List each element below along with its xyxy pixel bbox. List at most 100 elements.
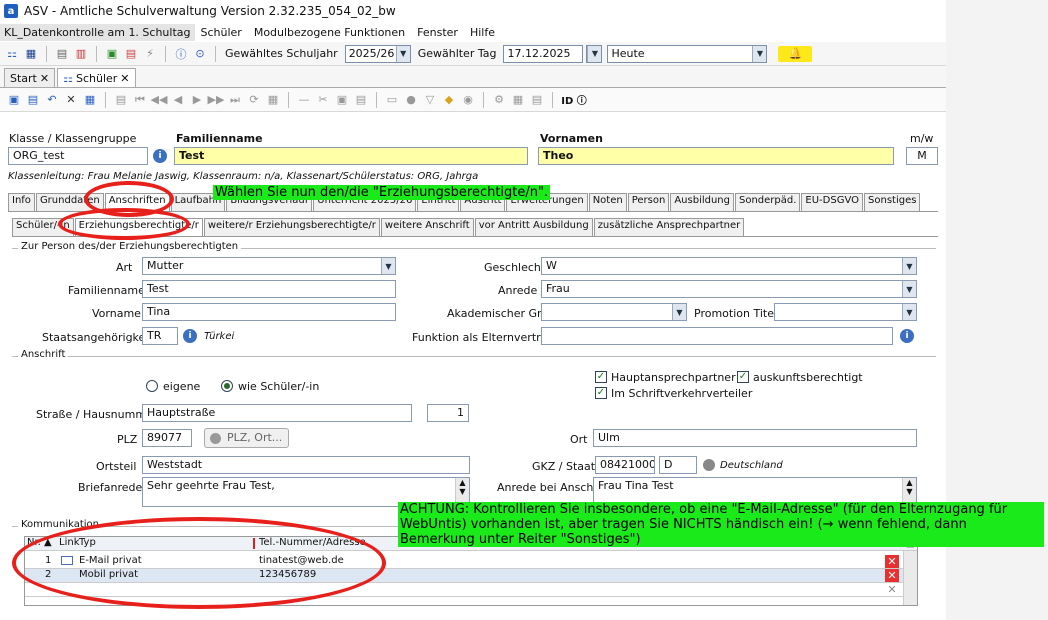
module-icon[interactable]: ⚏: [4, 46, 20, 62]
alarm-icon[interactable]: 🔔: [778, 45, 813, 62]
prev-icon[interactable]: ◀: [170, 92, 186, 108]
menu-modul[interactable]: Modulbezogene Funktionen: [254, 26, 405, 39]
tab-info[interactable]: Info: [8, 193, 35, 211]
geschlecht-select[interactable]: W ▼: [541, 257, 917, 275]
subtab-weitere-erziehungsberechtigte[interactable]: weitere/r Erziehungsberechtigte/r: [203, 218, 380, 236]
delete-row-icon[interactable]: ✕: [885, 555, 899, 568]
heute-select[interactable]: Heute ▼: [607, 44, 768, 63]
promotion-select[interactable]: ▼: [774, 303, 917, 321]
tab-sonderpaed[interactable]: Sonderpäd.: [735, 193, 801, 211]
tag-field[interactable]: 17.12.2025: [503, 44, 584, 63]
staat-field[interactable]: TR: [142, 327, 178, 345]
grid-icon[interactable]: ▦: [265, 92, 281, 108]
subtab-weitere-anschrift[interactable]: weitere Anschrift: [380, 218, 474, 236]
plz-ort-button[interactable]: PLZ, Ort...: [204, 428, 290, 448]
tab-sonstiges[interactable]: Sonstiges: [864, 193, 921, 211]
grad-select[interactable]: ▼: [541, 303, 687, 321]
export-icon[interactable]: ▦: [510, 92, 526, 108]
filter-icon[interactable]: ▽: [422, 92, 438, 108]
tab-ausbildung[interactable]: Ausbildung: [670, 193, 734, 211]
familienname-field[interactable]: Test: [174, 147, 528, 165]
next-icon[interactable]: ▶: [189, 92, 205, 108]
paste-icon[interactable]: ▤: [353, 92, 369, 108]
strasse-field[interactable]: Hauptstraße: [142, 404, 412, 422]
delete-row-icon[interactable]: ✕: [885, 569, 899, 582]
tab-person[interactable]: Person: [627, 193, 670, 211]
subtab-ansprechpartner[interactable]: zusätzliche Ansprechpartner: [593, 218, 745, 236]
tab-schueler[interactable]: ⚏ Schüler ✕: [57, 68, 136, 87]
tag-dropdown[interactable]: ▼: [586, 44, 603, 63]
last-icon[interactable]: ⏭: [227, 92, 243, 108]
close-icon[interactable]: ✕: [40, 72, 49, 85]
record-label[interactable]: KL_Datenkontrolle am 1. Schultag: [0, 23, 195, 41]
verteiler-checkbox[interactable]: ✓: [595, 387, 607, 399]
delete-icon[interactable]: ✕: [63, 92, 79, 108]
vorname-field[interactable]: Tina: [142, 303, 396, 321]
grid-icon[interactable]: ▦: [23, 46, 39, 62]
tab-start[interactable]: Start ✕: [4, 68, 56, 87]
staat-name: Türkei: [204, 331, 235, 342]
undo-icon[interactable]: ↶: [44, 92, 60, 108]
tag-icon[interactable]: ◆: [441, 92, 457, 108]
ort-field[interactable]: Ulm: [593, 429, 917, 447]
info-icon[interactable]: i: [900, 329, 914, 343]
close-icon[interactable]: ✕: [885, 583, 899, 596]
report-icon[interactable]: ▤: [54, 46, 70, 62]
familienname-person-label: Familienname: [68, 284, 145, 297]
plz-field[interactable]: 89077: [142, 429, 192, 447]
gkz-field[interactable]: 08421000: [595, 456, 655, 474]
tab-eudsgvo[interactable]: EU-DSGVO: [801, 193, 864, 211]
wie-schueler-radio[interactable]: [221, 380, 233, 392]
chart-icon[interactable]: ▥: [73, 46, 89, 62]
import-icon[interactable]: ▤: [529, 92, 545, 108]
separator: [376, 91, 377, 108]
flash-icon[interactable]: ⚡: [142, 46, 158, 62]
mw-field[interactable]: M: [906, 147, 938, 165]
table-scrollbar[interactable]: [903, 551, 917, 605]
table-icon[interactable]: ▦: [82, 92, 98, 108]
cut-icon[interactable]: ✂: [315, 92, 331, 108]
new-icon[interactable]: ▣: [6, 92, 22, 108]
view-icon[interactable]: ●: [403, 92, 419, 108]
chevron-down-icon: ▼: [752, 45, 767, 62]
help-icon[interactable]: ⊙: [192, 46, 208, 62]
info-icon[interactable]: i: [153, 149, 167, 163]
menu-fenster[interactable]: Fenster: [417, 26, 458, 39]
auskunft-label: auskunftsberechtigt: [753, 371, 863, 384]
menu-hilfe[interactable]: Hilfe: [470, 26, 495, 39]
refresh-icon[interactable]: ⟳: [246, 92, 262, 108]
vornamen-field[interactable]: Theo: [538, 147, 894, 165]
schuljahr-select[interactable]: 2025/26 ▼: [344, 44, 411, 63]
familienname-person-field[interactable]: Test: [142, 280, 396, 298]
id-icon[interactable]: ID ⓘ: [560, 92, 588, 108]
prev-page-icon[interactable]: ◀◀: [151, 92, 168, 108]
funktion-field[interactable]: [541, 327, 893, 345]
subtab-vor-antritt[interactable]: vor Antritt Ausbildung: [474, 218, 593, 236]
anrede-select[interactable]: Frau ▼: [541, 280, 917, 298]
settings-icon[interactable]: ⚙: [491, 92, 507, 108]
minus-icon[interactable]: —: [296, 92, 312, 108]
close-icon[interactable]: ✕: [120, 72, 129, 85]
copy-icon[interactable]: ▣: [334, 92, 350, 108]
info-icon[interactable]: i: [183, 329, 197, 343]
hausnummer-field[interactable]: 1: [427, 404, 469, 422]
list-icon[interactable]: ▤: [123, 46, 139, 62]
info-icon[interactable]: ⓘ: [173, 46, 189, 62]
stats-icon[interactable]: ◉: [460, 92, 476, 108]
art-select[interactable]: Mutter ▼: [142, 257, 396, 275]
save-icon[interactable]: ▤: [25, 92, 41, 108]
staat-code-field[interactable]: D: [659, 456, 697, 474]
next-page-icon[interactable]: ▶▶: [208, 92, 225, 108]
eigene-radio[interactable]: [146, 380, 158, 392]
haupt-checkbox[interactable]: ✓: [595, 371, 607, 383]
print-icon[interactable]: ▭: [384, 92, 400, 108]
tab-noten[interactable]: Noten: [588, 193, 627, 211]
search-icon: [210, 433, 221, 444]
first-icon[interactable]: ⏮: [132, 92, 148, 108]
auskunft-checkbox[interactable]: ✓: [737, 371, 749, 383]
klasse-field[interactable]: ORG_test: [8, 147, 148, 165]
ortsteil-field[interactable]: Weststadt: [142, 456, 470, 474]
list-icon[interactable]: ▤: [113, 92, 129, 108]
copy-icon[interactable]: ▣: [104, 46, 120, 62]
menu-schueler[interactable]: Schüler: [201, 26, 242, 39]
